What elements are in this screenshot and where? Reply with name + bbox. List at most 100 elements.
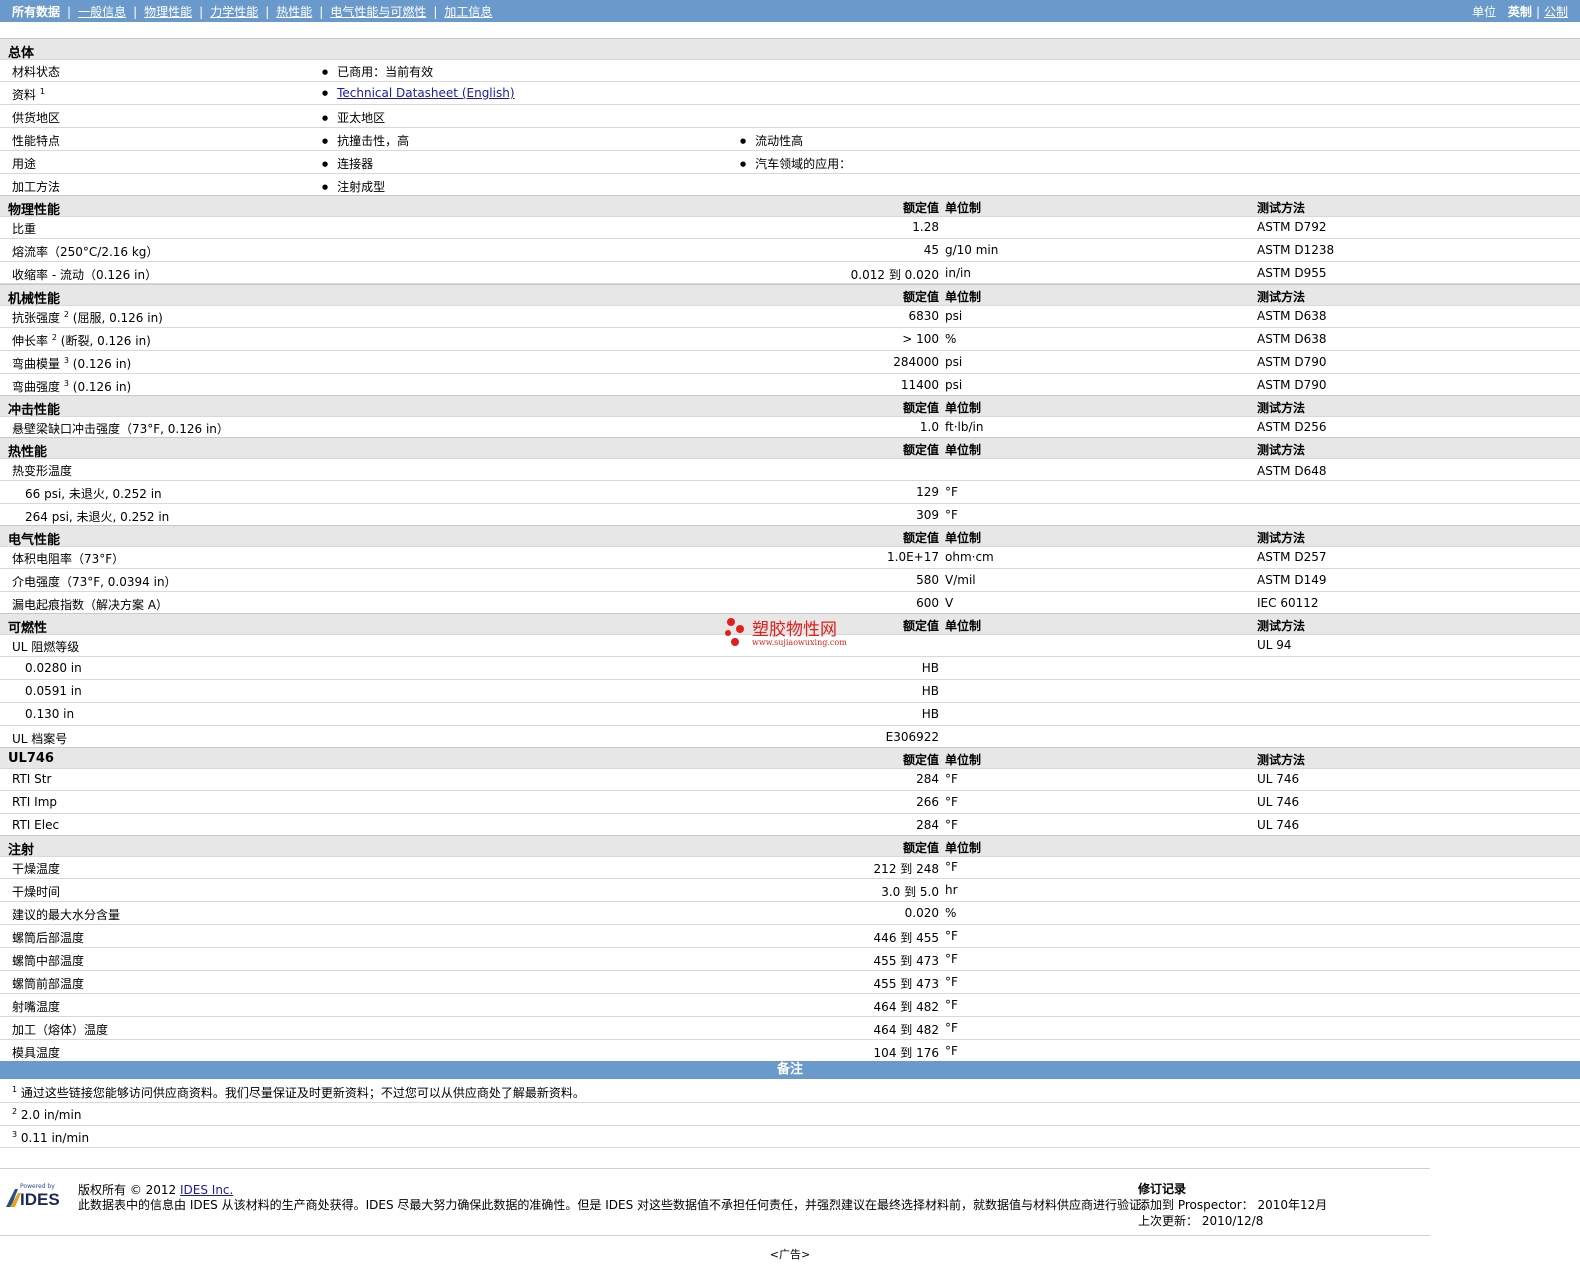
nav-thermal[interactable]: 热性能 [276,5,312,19]
row-label: 0.0280 in [25,661,82,675]
row-label: RTI Elec [12,818,60,832]
section-title: UL746 [8,751,54,766]
row-label: 性能特点 [12,134,61,148]
table-row: 介电强度（73°F, 0.0394 in） 580 V/mil ASTM D14… [0,569,1580,592]
row-bullet-value: 汽车领域的应用： [740,155,851,172]
revision-updated: 上次更新： 2010/12/8 [1138,1214,1264,1228]
row-test: ASTM D792 [1257,220,1327,234]
row-bullet-value: Technical Datasheet (English) [322,86,514,100]
row-value: 129 [916,485,939,499]
nav-general-info[interactable]: 一般信息 [78,5,126,19]
table-row: 螺筒前部温度 455 到 473 °F [0,971,1580,994]
table-row: 收缩率 - 流动（0.126 in） 0.012 到 0.020 in/in A… [0,262,1580,284]
nav-processing[interactable]: 加工信息 [444,5,492,19]
row-value: 455 到 473 [873,954,939,968]
row-unit: in/in [945,266,971,280]
table-row: 干燥时间 3.0 到 5.0 hr [0,879,1580,902]
nav-all-data[interactable]: 所有数据 [12,5,60,19]
row-value: 446 到 455 [873,931,939,945]
row-value: 266 [916,795,939,809]
section-mechanical-header: 机械性能 额定值 单位制 测试方法 [0,284,1580,307]
row-value: 6830 [908,309,939,323]
table-row: 0.0280 in HB [0,657,1580,680]
table-row: 66 psi, 未退火, 0.252 in 129 °F [0,481,1580,504]
row-label: 资料 1 [12,87,45,102]
table-row: 悬壁梁缺口冲击强度（73°F, 0.126 in） 1.0 ft·lb/in A… [0,416,1580,438]
row-unit: °F [945,485,958,499]
note-row: 3 0.11 in/min [0,1126,1580,1148]
row-value: 11400 [900,378,939,392]
col-unit: 单位制 [945,201,982,215]
section-nav: 所有数据 | 一般信息 | 物理性能 | 力学性能 | 热性能 | 电气性能与可燃性 | 加工信息 [12,5,493,19]
revision-added: 添加到 Prospector： 2010年12月 [1138,1198,1328,1212]
col-test: 测试方法 [1257,290,1306,304]
row-unit: psi [945,378,963,392]
units-metric-link[interactable]: 公制 [1544,5,1568,19]
row-test: ASTM D638 [1257,309,1327,323]
row-bullet-value: 抗撞击性，高 [322,132,409,149]
row-unit: hr [945,883,958,897]
technical-datasheet-link[interactable]: Technical Datasheet (English) [337,86,514,100]
row-label: 0.0591 in [25,684,82,698]
ides-inc-link[interactable]: IDES Inc. [180,1183,233,1197]
note-text: 1 通过这些链接您能够访问供应商资料。我们尽量保证及时更新资料；不过您可以从供应… [12,1085,585,1100]
row-bullet-value: 已商用：当前有效 [322,63,433,80]
row-label: 螺筒中部温度 [12,954,85,968]
disclaimer-text: 此数据表中的信息由 IDES 从该材料的生产商处获得。IDES 尽最大努力确保此… [78,1198,1154,1212]
table-row: 熔流率（250°C/2.16 kg） 45 g/10 min ASTM D123… [0,239,1580,262]
table-row: 比重 1.28 ASTM D792 [0,216,1580,239]
table-row: 热变形温度 ASTM D648 [0,458,1580,481]
row-label: UL 阻燃等级 [12,640,80,654]
row-unit: °F [945,929,958,943]
row-label: 熔流率（250°C/2.16 kg） [12,245,159,259]
col-nominal: 额定值 [902,401,939,415]
table-row: 射嘴温度 464 到 482 °F [0,994,1580,1017]
row-value: 284 [916,818,939,832]
table-row: 抗张强度 2 (屈服, 0.126 in) 6830 psi ASTM D638 [0,305,1580,328]
row-label: RTI Str [12,772,52,786]
col-test: 测试方法 [1257,531,1306,545]
row-value: 3.0 到 5.0 [881,885,939,899]
table-row: RTI Imp 266 °F UL 746 [0,791,1580,814]
row-bullet-value: 亚太地区 [322,109,385,126]
table-row: 弯曲强度 3 (0.126 in) 11400 psi ASTM D790 [0,374,1580,396]
row-value: 455 到 473 [873,977,939,991]
row-label: 抗张强度 2 (屈服, 0.126 in) [12,310,163,325]
nav-mechanical[interactable]: 力学性能 [210,5,258,19]
section-general-header: 总体 [0,38,1580,61]
nav-electrical[interactable]: 电气性能与可燃性 [330,5,426,19]
units-label: 单位 [1472,5,1497,19]
col-unit: 单位制 [945,841,982,855]
table-row: 加工（熔体）温度 464 到 482 °F [0,1017,1580,1040]
table-row: 建议的最大水分含量 0.020 % [0,902,1580,925]
notes-header: 备注 [0,1061,1580,1079]
row-label: 悬壁梁缺口冲击强度（73°F, 0.126 in） [12,422,229,436]
col-nominal: 额定值 [902,841,939,855]
general-row-features: 性能特点 抗撞击性，高 流动性高 [0,128,1580,151]
row-test: ASTM D257 [1257,550,1327,564]
row-test: ASTM D955 [1257,266,1327,280]
row-value: 284000 [893,355,939,369]
row-unit: °F [945,998,958,1012]
note-row: 1 通过这些链接您能够访问供应商资料。我们尽量保证及时更新资料；不过您可以从供应… [0,1080,1580,1103]
row-value: 464 到 482 [873,1023,939,1037]
row-unit: °F [945,508,958,522]
row-label: 加工（熔体）温度 [12,1023,109,1037]
col-unit: 单位制 [945,531,982,545]
row-test: ASTM D149 [1257,573,1327,587]
row-label: 螺筒前部温度 [12,977,85,991]
table-row: 弯曲模量 3 (0.126 in) 284000 psi ASTM D790 [0,351,1580,374]
row-test: ASTM D790 [1257,355,1327,369]
footer-divider-top [0,1168,1430,1169]
section-thermal-header: 热性能 额定值 单位制 测试方法 [0,437,1580,460]
col-unit: 单位制 [945,443,982,457]
row-label: 热变形温度 [12,464,73,478]
row-label: 66 psi, 未退火, 0.252 in [25,487,162,501]
col-unit: 单位制 [945,401,982,415]
row-unit: °F [945,952,958,966]
table-row: 干燥温度 212 到 248 °F [0,856,1580,879]
row-label: RTI Imp [12,795,57,809]
row-unit: V/mil [945,573,976,587]
row-unit: g/10 min [945,243,999,257]
nav-physical[interactable]: 物理性能 [144,5,192,19]
